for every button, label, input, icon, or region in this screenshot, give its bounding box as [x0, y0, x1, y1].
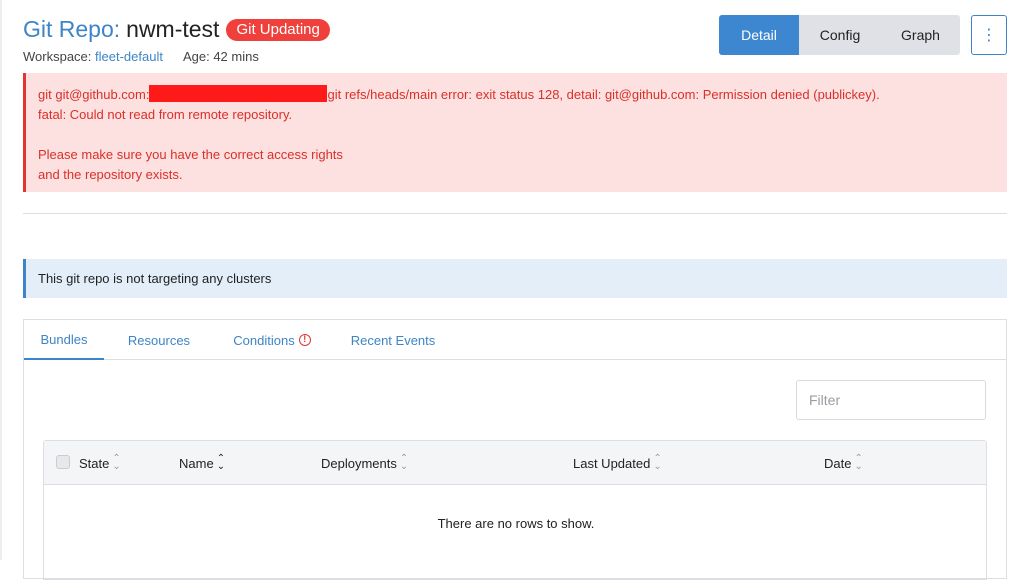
- tab-recent-events[interactable]: Recent Events: [330, 320, 456, 360]
- tab-recent-events-label: Recent Events: [350, 332, 436, 348]
- tab-bundles[interactable]: Bundles: [24, 320, 104, 360]
- config-button[interactable]: Config: [799, 15, 881, 55]
- workspace-info: Workspace: fleet-default: [23, 49, 163, 64]
- status-badge: Git Updating: [226, 18, 330, 41]
- info-banner: This git repo is not targeting any clust…: [23, 259, 1007, 298]
- sort-icon: ⌃ ⌄: [854, 453, 863, 472]
- error-gap: [38, 125, 995, 145]
- column-name-label: Name: [179, 455, 214, 471]
- tab-resources[interactable]: Resources: [104, 320, 214, 360]
- error-line-2: fatal: Could not read from remote reposi…: [38, 107, 293, 122]
- tab-conditions-label: Conditions: [233, 332, 295, 348]
- error-line-1-suffix: git refs/heads/main error: exit status 1…: [327, 87, 880, 102]
- detail-button[interactable]: Detail: [719, 15, 799, 55]
- workspace-label: Workspace:: [23, 49, 92, 64]
- column-deployments-label: Deployments: [321, 455, 397, 471]
- tab-resources-label: Resources: [127, 332, 191, 348]
- table-header: State ⌃ ⌄ Name ⌃ ⌄ Deployments ⌃ ⌄ Last Upd…: [44, 441, 986, 485]
- column-state[interactable]: State ⌃ ⌄: [79, 441, 121, 485]
- sort-icon: ⌃ ⌄: [112, 453, 121, 472]
- filter-input[interactable]: Filter: [796, 380, 986, 420]
- column-date-label: Date: [824, 455, 852, 471]
- tab-bundles-label: Bundles: [40, 331, 88, 347]
- age-text: Age: 42 mins: [182, 49, 259, 64]
- kebab-icon: ⋮: [981, 27, 997, 44]
- tab-conditions[interactable]: Conditions !: [214, 320, 330, 360]
- error-line-1: git git@github.com: git refs/heads/main e…: [38, 85, 995, 105]
- column-last-updated[interactable]: Last Updated ⌃ ⌄: [573, 441, 662, 485]
- page-left-rule: [0, 0, 2, 560]
- column-state-label: State: [79, 455, 110, 471]
- info-message: This git repo is not targeting any clust…: [38, 271, 272, 286]
- select-all-checkbox[interactable]: [56, 455, 70, 469]
- error-banner: git git@github.com: git refs/heads/main e…: [23, 73, 1007, 192]
- column-last-updated-label: Last Updated: [573, 455, 651, 471]
- title-repo-name: nwm-test: [126, 16, 220, 42]
- title-repo-link[interactable]: Git Repo:: [23, 16, 120, 43]
- error-line-1-prefix: git git@github.com:: [38, 87, 150, 102]
- tabs-panel: Bundles Resources Conditions ! Recent Ev…: [23, 319, 1007, 580]
- section-divider: [23, 213, 1007, 214]
- bundles-table: State ⌃ ⌄ Name ⌃ ⌄ Deployments ⌃ ⌄ Last Upd…: [43, 440, 987, 580]
- tab-bar: Bundles Resources Conditions ! Recent Ev…: [24, 320, 1006, 360]
- page-title: Git Repo: nwm-test Git Updating: [23, 16, 330, 43]
- column-deployments[interactable]: Deployments ⌃ ⌄: [321, 441, 408, 485]
- sort-icon: ⌃ ⌄: [653, 453, 662, 472]
- sort-icon: ⌃ ⌄: [399, 453, 409, 472]
- view-toggle: Detail Config Graph: [719, 15, 960, 55]
- column-date[interactable]: Date ⌃ ⌄: [824, 441, 863, 485]
- sort-icon-active: ⌃ ⌄: [216, 453, 226, 472]
- error-line-3: Please make sure you have the correct ac…: [38, 147, 343, 162]
- workspace-link[interactable]: fleet-default: [95, 49, 163, 64]
- column-name[interactable]: Name ⌃ ⌄: [179, 441, 225, 485]
- meta-row: Workspace: fleet-default Age: 42 mins: [23, 49, 259, 64]
- graph-button[interactable]: Graph: [881, 15, 960, 55]
- error-line-4: and the repository exists.: [38, 167, 183, 182]
- warning-icon: !: [298, 334, 311, 346]
- actions-menu-button[interactable]: ⋮: [971, 15, 1007, 55]
- filter-placeholder: Filter: [809, 392, 841, 408]
- empty-state: There are no rows to show.: [437, 516, 595, 531]
- redacted-block: [149, 85, 328, 102]
